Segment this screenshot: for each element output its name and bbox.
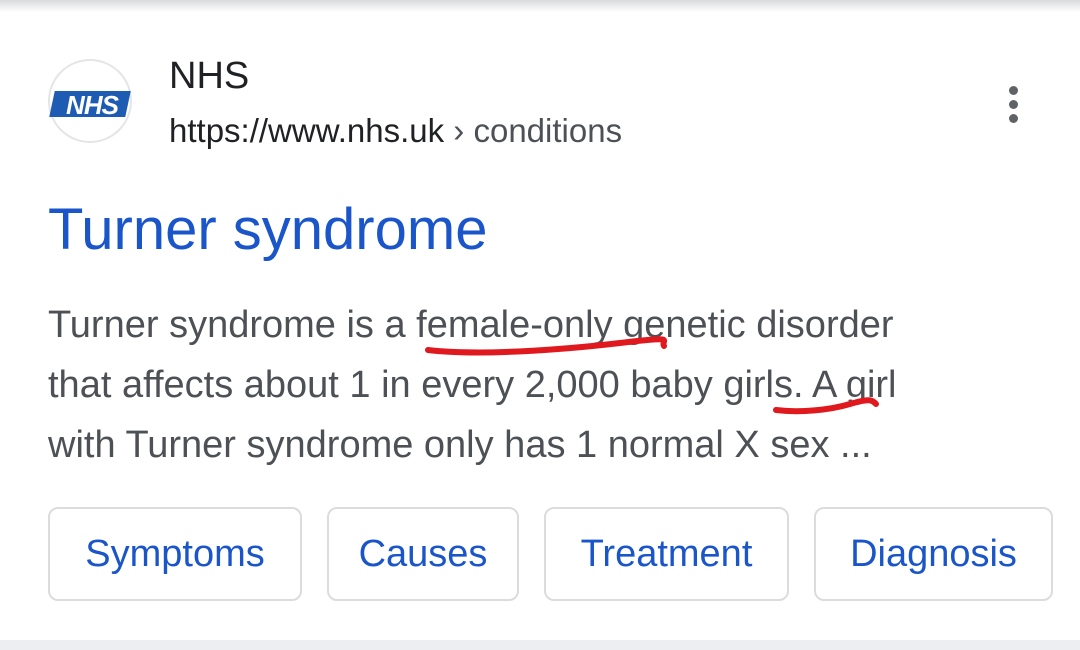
url-breadcrumb: conditions bbox=[473, 112, 623, 149]
search-result-page: NHS NHS https://www.nhs.uk › conditions … bbox=[0, 0, 1080, 650]
nhs-logo-text: NHS bbox=[66, 90, 119, 120]
site-name: NHS bbox=[169, 55, 250, 97]
result-snippet: Turner syndrome is a female-only genetic… bbox=[48, 295, 1048, 475]
chip-diagnosis[interactable]: Diagnosis bbox=[814, 507, 1053, 601]
chip-causes[interactable]: Causes bbox=[327, 507, 519, 601]
result-source[interactable]: NHS NHS https://www.nhs.uk › conditions bbox=[48, 55, 1048, 155]
url-base: https://www.nhs.uk bbox=[169, 112, 445, 149]
url-separator: › bbox=[453, 112, 465, 149]
menu-dot bbox=[1009, 86, 1018, 95]
snippet-line: with Turner syndrome only has 1 normal X… bbox=[48, 424, 872, 466]
site-url: https://www.nhs.uk › conditions bbox=[169, 112, 622, 150]
nhs-favicon: NHS bbox=[48, 59, 132, 143]
more-vert-icon[interactable] bbox=[996, 84, 1032, 124]
snippet-line: that affects about 1 in every 2,000 baby… bbox=[48, 364, 897, 406]
result-title-link[interactable]: Turner syndrome bbox=[48, 196, 487, 263]
snippet-line: Turner syndrome is a female-only genetic… bbox=[48, 304, 894, 346]
bottom-divider bbox=[0, 640, 1080, 650]
top-divider bbox=[0, 0, 1080, 12]
chip-treatment[interactable]: Treatment bbox=[544, 507, 789, 601]
chip-symptoms[interactable]: Symptoms bbox=[48, 507, 302, 601]
menu-dot bbox=[1009, 100, 1018, 109]
menu-dot bbox=[1009, 114, 1018, 123]
